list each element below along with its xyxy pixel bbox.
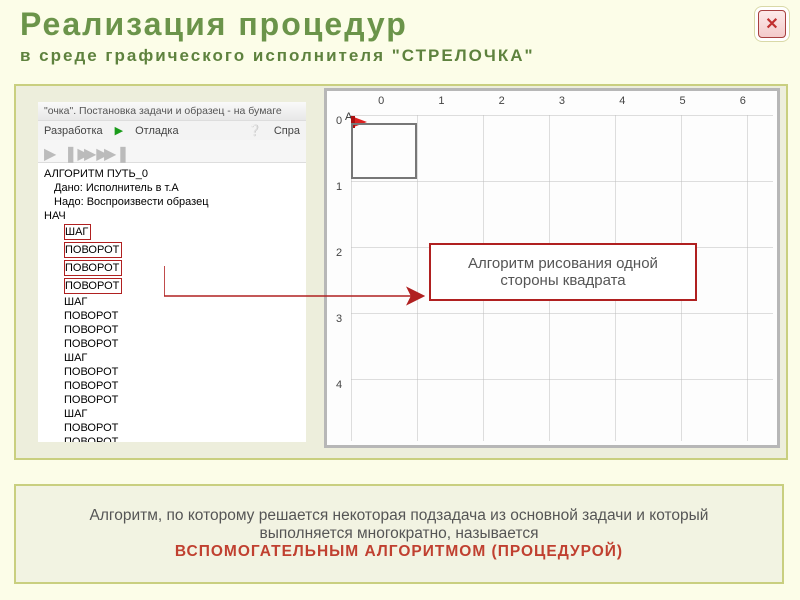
callout-box: Алгоритм рисования одной стороны квадрат… [429, 243, 697, 301]
code-line-highlight: ПОВОРОТ [64, 242, 122, 258]
ruler-tick: 3 [327, 313, 351, 325]
page-subtitle: в среде графического исполнителя "СТРЕЛО… [20, 46, 535, 66]
code-line: Дано: Исполнитель в т.А [44, 181, 300, 195]
ruler-tick: 4 [592, 91, 652, 115]
code-line: ПОВОРОТ [44, 393, 300, 407]
tab-debug[interactable]: Отладка [135, 125, 178, 137]
fast-icon[interactable]: ▶▶ [84, 144, 98, 158]
skip-icon[interactable]: ▶❚ [104, 144, 118, 158]
play-solid-icon[interactable]: ▶ [44, 144, 58, 158]
code-line: Надо: Воспроизвести образец [44, 195, 300, 209]
tab-help[interactable]: Спра [274, 125, 300, 137]
slide: ✕ Реализация процедур в среде графическо… [0, 0, 800, 600]
code-line-highlight: ПОВОРОТ [64, 278, 122, 294]
play-icon[interactable]: ▶ [115, 124, 123, 137]
code-line: ШАГ [44, 295, 300, 309]
drawn-square [351, 123, 417, 179]
drawing-canvas: 0 1 2 3 4 5 6 0 1 2 3 4 [324, 88, 780, 448]
code-line: ПОВОРОТ [44, 309, 300, 323]
tab-dev[interactable]: Разработка [44, 125, 103, 137]
ruler-tick: 0 [351, 91, 411, 115]
code-line-highlight: ПОВОРОТ [64, 260, 122, 276]
code-line: ПОВОРОТ [44, 421, 300, 435]
close-icon: ✕ [765, 14, 778, 34]
toolbar-icons: ▶ ❚▶ ▶▶ ▶❚ [38, 140, 306, 163]
code-line-highlight: ШАГ [64, 224, 91, 240]
code-line: ПОВОРОТ [44, 365, 300, 379]
ruler-tick: 6 [713, 91, 773, 115]
ruler-left: 0 1 2 3 4 [327, 115, 351, 441]
ruler-tick: 2 [327, 247, 351, 259]
definition-panel: Алгоритм, по которому решается некоторая… [14, 484, 784, 584]
editor-tabs: Разработка ▶ Отладка ❔ Спра [38, 121, 306, 140]
code-line: ШАГ [44, 351, 300, 365]
close-button[interactable]: ✕ [758, 10, 786, 38]
code-line: ПОВОРОТ [44, 379, 300, 393]
code-line: ПОВОРОТ [44, 323, 300, 337]
definition-text: Алгоритм, по которому решается некоторая… [90, 507, 709, 542]
ruler-tick: 2 [472, 91, 532, 115]
ruler-tick: 4 [327, 379, 351, 391]
code-line: ШАГ [44, 407, 300, 421]
ruler-tick: 5 [652, 91, 712, 115]
code-line: ПОВОРОТ [44, 435, 300, 442]
code-body: АЛГОРИТМ ПУТЬ_0 Дано: Исполнитель в т.А … [38, 163, 306, 442]
ruler-tick: 1 [327, 181, 351, 193]
ruler-tick: 3 [532, 91, 592, 115]
code-editor: "очка". Постановка задачи и образец - на… [38, 102, 306, 442]
main-panel: "очка". Постановка задачи и образец - на… [14, 84, 788, 460]
editor-window-title: "очка". Постановка задачи и образец - на… [38, 102, 306, 121]
step-icon[interactable]: ❚▶ [64, 144, 78, 158]
help-icon[interactable]: ❔ [248, 124, 262, 137]
page-title: Реализация процедур [20, 6, 408, 43]
code-line: ПОВОРОТ [44, 337, 300, 351]
ruler-tick: 1 [411, 91, 471, 115]
definition-term: ВСПОМОГАТЕЛЬНЫМ АЛГОРИТМОМ (ПРОЦЕДУРОЙ) [175, 543, 623, 560]
ruler-top: 0 1 2 3 4 5 6 [351, 91, 773, 115]
code-line: НАЧ [44, 209, 300, 223]
code-line: АЛГОРИТМ ПУТЬ_0 [44, 167, 300, 181]
